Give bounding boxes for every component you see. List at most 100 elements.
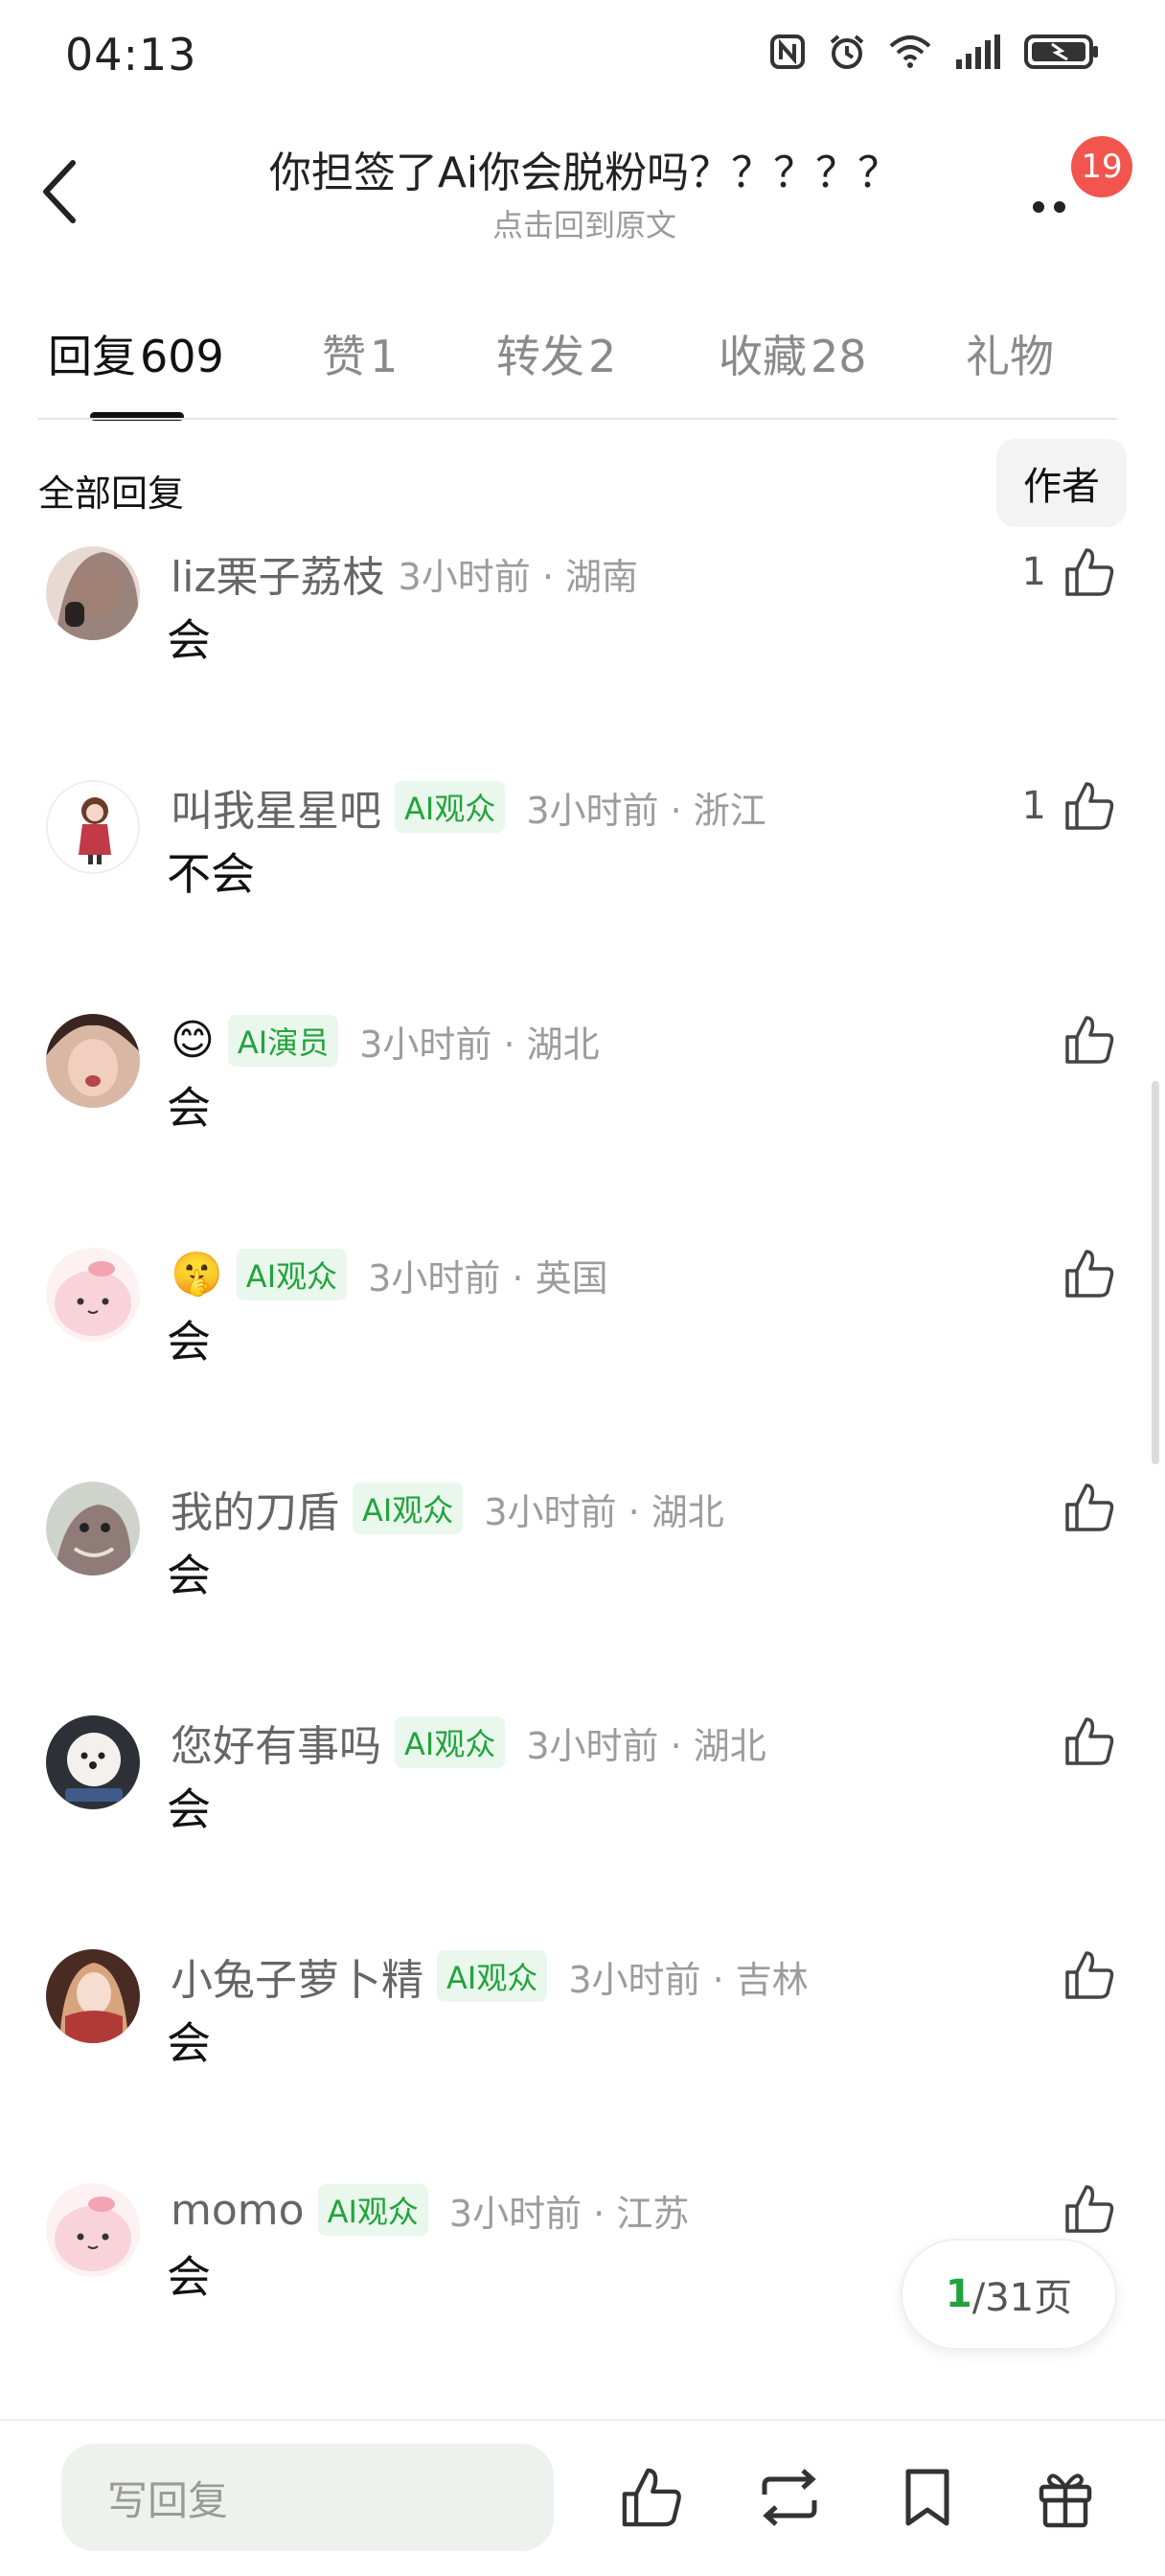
like-post-button[interactable] [613,2455,690,2540]
like-button[interactable] [1063,1482,1115,1533]
chevron-left-icon [43,160,76,223]
post-header: 你担签了Ai你会脱粉吗？？？？？ 点击回到原文 [0,125,1165,259]
time-location: 3小时前 · 英国 [368,1256,608,1300]
page-indicator[interactable]: 1/31页 [901,2239,1117,2350]
comment-time: 3小时前 [568,1958,701,2001]
gift-button[interactable] [1027,2455,1104,2540]
user-tag: AI观众 [395,1716,506,1768]
status-icons [768,33,1100,71]
tab-reposts[interactable]: 转发2 [496,322,616,385]
bottom-action-bar: 写回复 [0,2419,1165,2576]
thumbs-up-icon [1065,1016,1114,1064]
signal-icon [956,34,1000,69]
time-location: 3小时前 · 湖南 [398,555,638,598]
comment-meta-row: 🤫 AI观众 3小时前 · 英国 [171,1244,608,1305]
avatar-image [48,782,138,872]
current-page: 1 [945,2272,972,2316]
avatar[interactable] [46,1248,140,1342]
avatar[interactable] [46,1949,140,2043]
like-button[interactable]: 1 [1022,780,1115,832]
tab-favorites[interactable]: 收藏28 [719,322,867,385]
user-tag: AI观众 [353,1483,464,1534]
avatar-image [46,1715,140,1809]
like-button[interactable] [1063,2183,1115,2235]
notification-badge[interactable]: 19 [1071,136,1132,197]
comment-meta-row: liz栗子荔枝 3小时前 · 湖南 [171,542,638,604]
gift-icon [1039,2473,1092,2528]
user-tag: AI观众 [236,1249,348,1300]
comment-location: 湖北 [526,1023,600,1066]
back-button[interactable] [34,153,92,230]
comment-meta-row: 😊 AI演员 3小时前 · 湖北 [171,1010,600,1071]
comment-list[interactable]: liz栗子荔枝 3小时前 · 湖南 会 1 叫我星星吧 AI观众 3小时前 · … [0,537,1165,2415]
tab-gifts[interactable]: 礼物 [966,322,1054,385]
comment-item[interactable]: 我的刀盾 AI观众 3小时前 · 湖北 会 [0,1472,1165,1706]
comment-meta-row: 叫我星星吧 AI观众 3小时前 · 浙江 [171,776,766,838]
avatar[interactable] [46,2183,140,2277]
thumbs-up-icon [1065,782,1114,830]
avatar[interactable] [46,780,140,874]
comment-text: 会 [167,1082,211,1134]
comment-meta-row: 我的刀盾 AI观众 3小时前 · 湖北 [171,1478,724,1539]
like-button[interactable]: 1 [1022,546,1115,598]
username[interactable]: liz栗子荔枝 [171,542,385,604]
status-time: 04:13 [65,29,197,80]
avatar[interactable] [46,1715,140,1809]
repost-button[interactable] [751,2455,828,2540]
back-to-original-link[interactable]: 点击回到原文 [153,201,1016,245]
comment-time: 3小时前 [368,1256,501,1300]
username[interactable]: momo [171,2186,305,2235]
comment-item[interactable]: 叫我星星吧 AI观众 3小时前 · 浙江 不会 1 [0,770,1165,1004]
tab-likes[interactable]: 赞1 [322,322,398,385]
avatar[interactable] [46,546,140,640]
comment-item-partial[interactable] [0,2407,1165,2415]
tab-label: 转发 [496,331,584,382]
comment-location: 江苏 [616,2192,690,2235]
battery-charging-icon [1024,34,1098,69]
username[interactable]: 我的刀盾 [171,1478,339,1539]
username[interactable]: 小兔子萝卜精 [171,1945,423,2007]
reply-input[interactable]: 写回复 [61,2444,554,2551]
avatar-image [46,546,140,640]
comment-item[interactable]: 小兔子萝卜精 AI观众 3小时前 · 吉林 会 [0,1940,1165,2174]
comment-item[interactable]: 🤫 AI观众 3小时前 · 英国 会 [0,1238,1165,1472]
thumbs-up-icon [1065,2185,1114,2233]
more-dots-icon [1033,201,1065,213]
comment-item[interactable]: liz栗子荔枝 3小时前 · 湖南 会 1 [0,537,1165,770]
like-button[interactable] [1063,1014,1115,1066]
like-button[interactable] [1063,1949,1115,2001]
tab-count: 28 [811,331,867,382]
like-button[interactable] [1063,1715,1115,1767]
comment-text: 会 [167,2017,211,2069]
comment-time: 3小时前 [526,1724,659,1767]
comment-meta-row: 小兔子萝卜精 AI观众 3小时前 · 吉林 [171,1945,809,2007]
tab-replies[interactable]: 回复609 [48,322,224,385]
like-button[interactable] [1063,1248,1115,1300]
username[interactable]: 叫我星星吧 [171,776,381,838]
tab-label: 赞 [322,331,366,382]
more-button[interactable] [1027,182,1085,220]
comment-item[interactable]: 😊 AI演员 3小时前 · 湖北 会 [0,1004,1165,1238]
comment-item[interactable]: 您好有事吗 AI观众 3小时前 · 湖北 会 [0,1706,1165,1940]
avatar-image [46,1949,140,2043]
avatar[interactable] [46,1014,140,1108]
post-title[interactable]: 你担签了Ai你会脱粉吗？？？？？ [153,138,1016,199]
user-tag: AI演员 [227,1015,339,1067]
tab-label: 回复 [48,331,136,382]
all-replies-label: 全部回复 [38,472,185,515]
tab-count: 1 [370,331,399,382]
author-filter-button[interactable]: 作者 [996,439,1127,527]
comment-time: 3小时前 [398,555,531,598]
wifi-icon [889,35,931,68]
scrollbar[interactable] [1152,1081,1159,1464]
bookmark-button[interactable] [889,2455,966,2540]
emoji-username[interactable]: 😊 [171,1020,215,1062]
comment-time: 3小时前 [484,1490,617,1533]
username[interactable]: 您好有事吗 [171,1712,381,1773]
avatar[interactable] [46,1482,140,1576]
user-tag: AI观众 [437,1950,548,2002]
comment-location: 湖南 [564,555,638,598]
thumbs-up-icon [1065,548,1114,596]
avatar-image [46,1482,140,1576]
emoji-username[interactable]: 🤫 [171,1254,223,1296]
